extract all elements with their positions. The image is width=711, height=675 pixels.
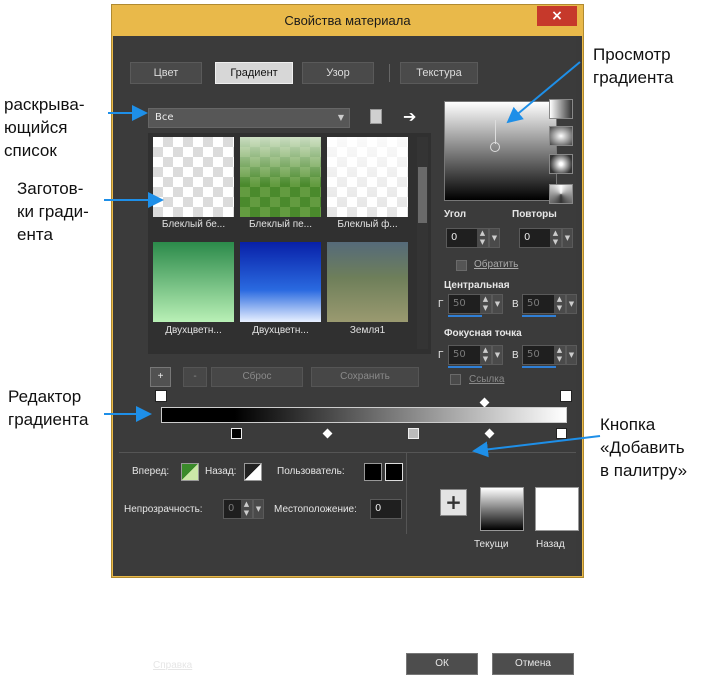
arrow-to-preview [506,61,581,124]
cancel-button[interactable]: Отмена [492,653,574,675]
help-link[interactable]: Справка [153,660,192,671]
arrow-to-add-button [472,435,601,458]
ok-button[interactable]: ОК [406,653,478,675]
annotation-arrows [104,61,601,458]
